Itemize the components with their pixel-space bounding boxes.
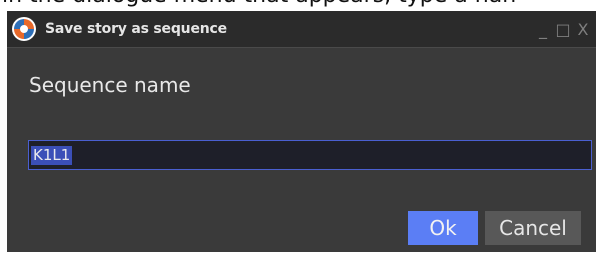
cancel-button[interactable]: Cancel [485,211,581,245]
sequence-name-input[interactable]: K1L1 [28,140,592,170]
maximize-button[interactable]: □ [555,20,570,40]
save-sequence-dialog: Save story as sequence _ □ X Sequence na… [7,11,596,252]
minimize-button[interactable]: _ [536,20,550,40]
sequence-name-label: Sequence name [29,73,191,97]
ok-button[interactable]: Ok [408,211,478,245]
window-controls: _ □ X [536,11,590,48]
app-logo-icon [12,17,36,41]
background-caption-text: in the dialogue menu that appears, type … [0,0,598,11]
dialog-title: Save story as sequence [45,21,227,37]
close-button[interactable]: X [576,20,590,40]
dialog-titlebar[interactable]: Save story as sequence _ □ X [7,11,596,48]
sequence-name-selected-text[interactable]: K1L1 [31,145,73,165]
